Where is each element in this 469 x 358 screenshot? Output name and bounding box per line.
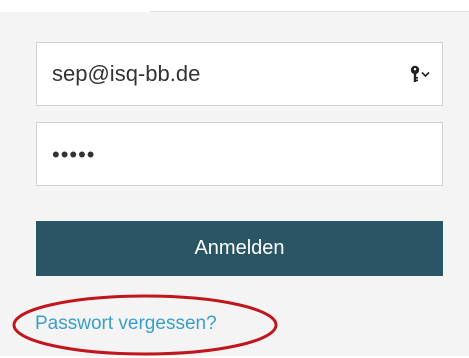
email-value: sep@isq-bb.de [52, 61, 201, 86]
email-field[interactable]: sep@isq-bb.de [36, 42, 443, 106]
credential-dropdown[interactable] [410, 65, 430, 83]
forgot-password-link[interactable]: Passwort vergessen? [35, 313, 217, 335]
login-button[interactable]: Anmelden [36, 221, 443, 276]
password-field[interactable]: ••••• [36, 122, 443, 186]
key-icon [410, 65, 420, 82]
chevron-down-icon [421, 71, 430, 77]
password-value: ••••• [52, 142, 96, 167]
